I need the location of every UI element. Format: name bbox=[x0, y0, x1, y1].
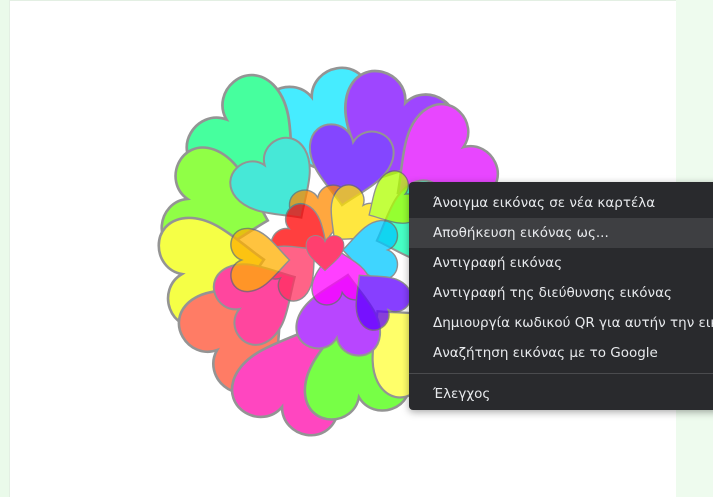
menu-item-copy-image[interactable]: Αντιγραφή εικόνας bbox=[409, 248, 713, 278]
page-left-margin bbox=[0, 0, 9, 497]
menu-item-inspect[interactable]: Έλεγχος bbox=[409, 379, 713, 409]
image-context-menu: Άνοιγμα εικόνας σε νέα καρτέλα Αποθήκευσ… bbox=[409, 182, 713, 410]
menu-item-open-image-new-tab[interactable]: Άνοιγμα εικόνας σε νέα καρτέλα bbox=[409, 188, 713, 218]
menu-item-save-image-as[interactable]: Αποθήκευση εικόνας ως... bbox=[409, 218, 713, 248]
menu-separator bbox=[409, 373, 713, 374]
menu-item-search-image-google[interactable]: Αναζήτηση εικόνας με το Google bbox=[409, 338, 713, 368]
menu-item-create-qr-code[interactable]: Δημιουργία κωδικού QR για αυτήν την εικό… bbox=[409, 308, 713, 338]
menu-item-copy-image-address[interactable]: Αντιγραφή της διεύθυνσης εικόνας bbox=[409, 278, 713, 308]
